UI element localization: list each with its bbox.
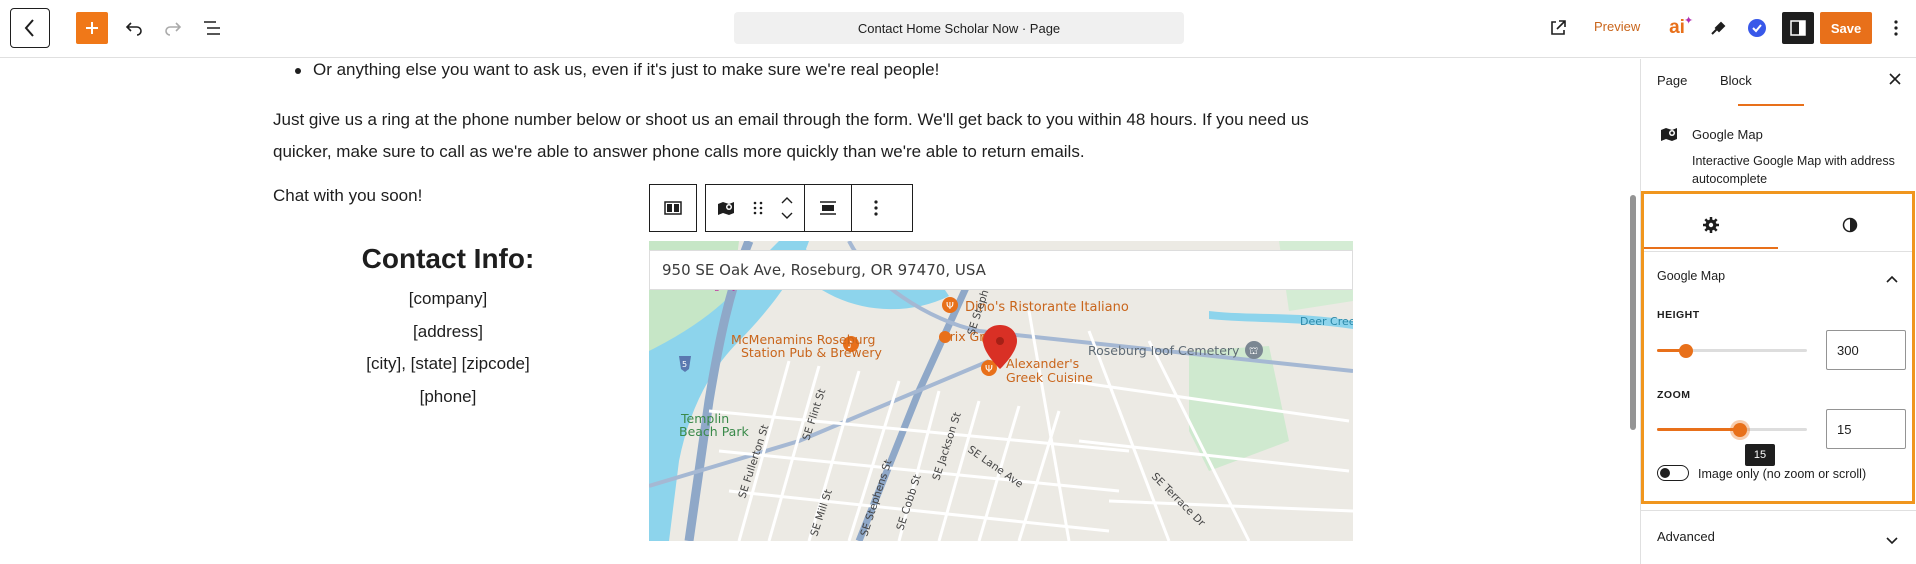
undo-icon [125,22,142,36]
more-vertical-icon [874,200,878,216]
styles-button[interactable] [1705,15,1731,41]
map-icon [718,202,734,215]
block-card-description: Interactive Google Map with address auto… [1692,154,1895,186]
contact-line-company: [company] [408,289,488,308]
close-icon [1889,73,1901,85]
svg-text:Dino's Ristorante Italiano: Dino's Ristorante Italiano [965,300,1129,315]
height-slider[interactable] [1657,343,1807,358]
height-input[interactable]: 300 [1826,330,1906,370]
svg-text:5: 5 [682,360,687,369]
plus-icon [86,22,98,34]
settings-toggle-button[interactable] [1782,12,1814,44]
svg-text:Ψ: Ψ [946,301,954,312]
height-label: HEIGHT [1657,309,1700,321]
add-block-button[interactable] [76,12,108,44]
paragraph[interactable]: Just give us a ring at the phone number … [273,104,1353,168]
gear-icon [1703,217,1719,233]
align-button[interactable] [804,185,852,231]
redo-icon [165,22,182,36]
sidebar-icon [1790,20,1806,36]
contact-line-address: [address] [413,321,483,341]
image-only-label: Image only (no zoom or scroll) [1698,467,1867,481]
drag-icon [753,201,763,215]
document-overview-button[interactable] [200,16,224,40]
divider [1644,251,1912,252]
contrast-icon [1842,217,1858,233]
canvas-scrollbar[interactable] [1630,195,1636,430]
chevron-left-icon [24,19,34,37]
block-type-button[interactable] [706,185,746,231]
redo-button[interactable] [161,16,185,40]
svg-text:Ψ: Ψ [985,364,993,375]
check-badge-icon [1748,19,1766,37]
chevron-up-icon[interactable] [781,197,793,204]
contact-info-block: Contact Info: [company] [address] [city]… [273,243,623,413]
contact-heading[interactable]: Contact Info: [273,243,623,275]
jetpack-button[interactable] [1744,15,1770,41]
zoom-tooltip: 15 [1745,444,1775,466]
advanced-section-toggle[interactable]: Advanced [1657,529,1715,544]
settings-subtab-indicator [1644,247,1778,249]
close-settings-button[interactable] [1888,70,1902,91]
zoom-slider-fill [1657,428,1740,431]
contact-line-city: [city], [state] [zipcode] [366,354,530,373]
settings-subtab[interactable] [1703,217,1719,238]
svg-text:Station Pub & Brewery: Station Pub & Brewery [741,345,882,360]
expand-advanced-button[interactable] [1886,532,1898,550]
undo-button[interactable] [122,16,146,40]
ai-logo-icon: ai [1669,17,1685,38]
styles-subtab[interactable] [1842,217,1858,238]
block-card-title: Google Map [1692,127,1763,142]
view-page-button[interactable] [1546,16,1570,40]
more-vertical-icon [1894,20,1898,36]
move-buttons [770,185,804,231]
external-link-icon [1551,20,1566,35]
parent-block-selector[interactable] [649,184,697,232]
save-button[interactable]: Save [1820,12,1872,44]
contact-line-phone: [phone] [419,386,477,406]
zoom-input[interactable]: 15 [1826,409,1906,449]
block-toolbar [705,184,913,232]
svg-text:Greek Cuisine: Greek Cuisine [1006,370,1093,385]
divider [1641,510,1916,511]
svg-text:Beach Park: Beach Park [679,424,749,439]
tab-block-indicator [1738,104,1804,106]
tab-block[interactable]: Block [1720,73,1752,88]
options-button[interactable] [1884,16,1908,40]
list-view-icon [204,21,220,35]
columns-icon [650,185,696,231]
height-slider-handle[interactable] [1678,343,1693,358]
ai-assistant-button[interactable]: ai ✦ [1662,14,1694,42]
image-only-toggle[interactable] [1657,465,1689,481]
panel-section-title[interactable]: Google Map [1657,269,1725,283]
svg-text:Alexander's: Alexander's [1006,356,1079,371]
editor-top-bar: Contact Home Scholar Now · Page Preview … [0,0,1916,58]
chevron-up-icon [1886,275,1898,283]
zoom-slider[interactable] [1657,422,1807,437]
svg-text:Deer Cree: Deer Cree [1300,315,1353,328]
chevron-down-icon[interactable] [781,212,793,219]
zoom-label: ZOOM [1657,389,1691,401]
drag-handle[interactable] [746,185,770,231]
brush-icon [1711,21,1726,35]
tab-page[interactable]: Page [1657,73,1687,88]
list-item: Or anything else you want to ask us, eve… [294,60,940,79]
block-options-button[interactable] [852,185,900,231]
address-search-input[interactable]: 950 SE Oak Ave, Roseburg, OR 97470, USA [649,250,1353,290]
document-title[interactable]: Contact Home Scholar Now · Page [734,12,1184,44]
chevron-down-icon [1886,537,1898,545]
collapse-section-button[interactable] [1886,270,1898,288]
svg-text:Roseburg Ioof Cemetery: Roseburg Ioof Cemetery [1088,343,1240,358]
paragraph-chat[interactable]: Chat with you soon! [273,186,422,206]
back-button[interactable] [10,8,50,48]
sparkle-icon: ✦ [1684,15,1694,27]
block-map-icon [1660,126,1678,147]
zoom-slider-handle[interactable] [1732,422,1747,437]
preview-button[interactable]: Preview [1594,19,1640,34]
align-wide-icon [820,201,836,215]
svg-text:⛫: ⛫ [1249,346,1258,357]
